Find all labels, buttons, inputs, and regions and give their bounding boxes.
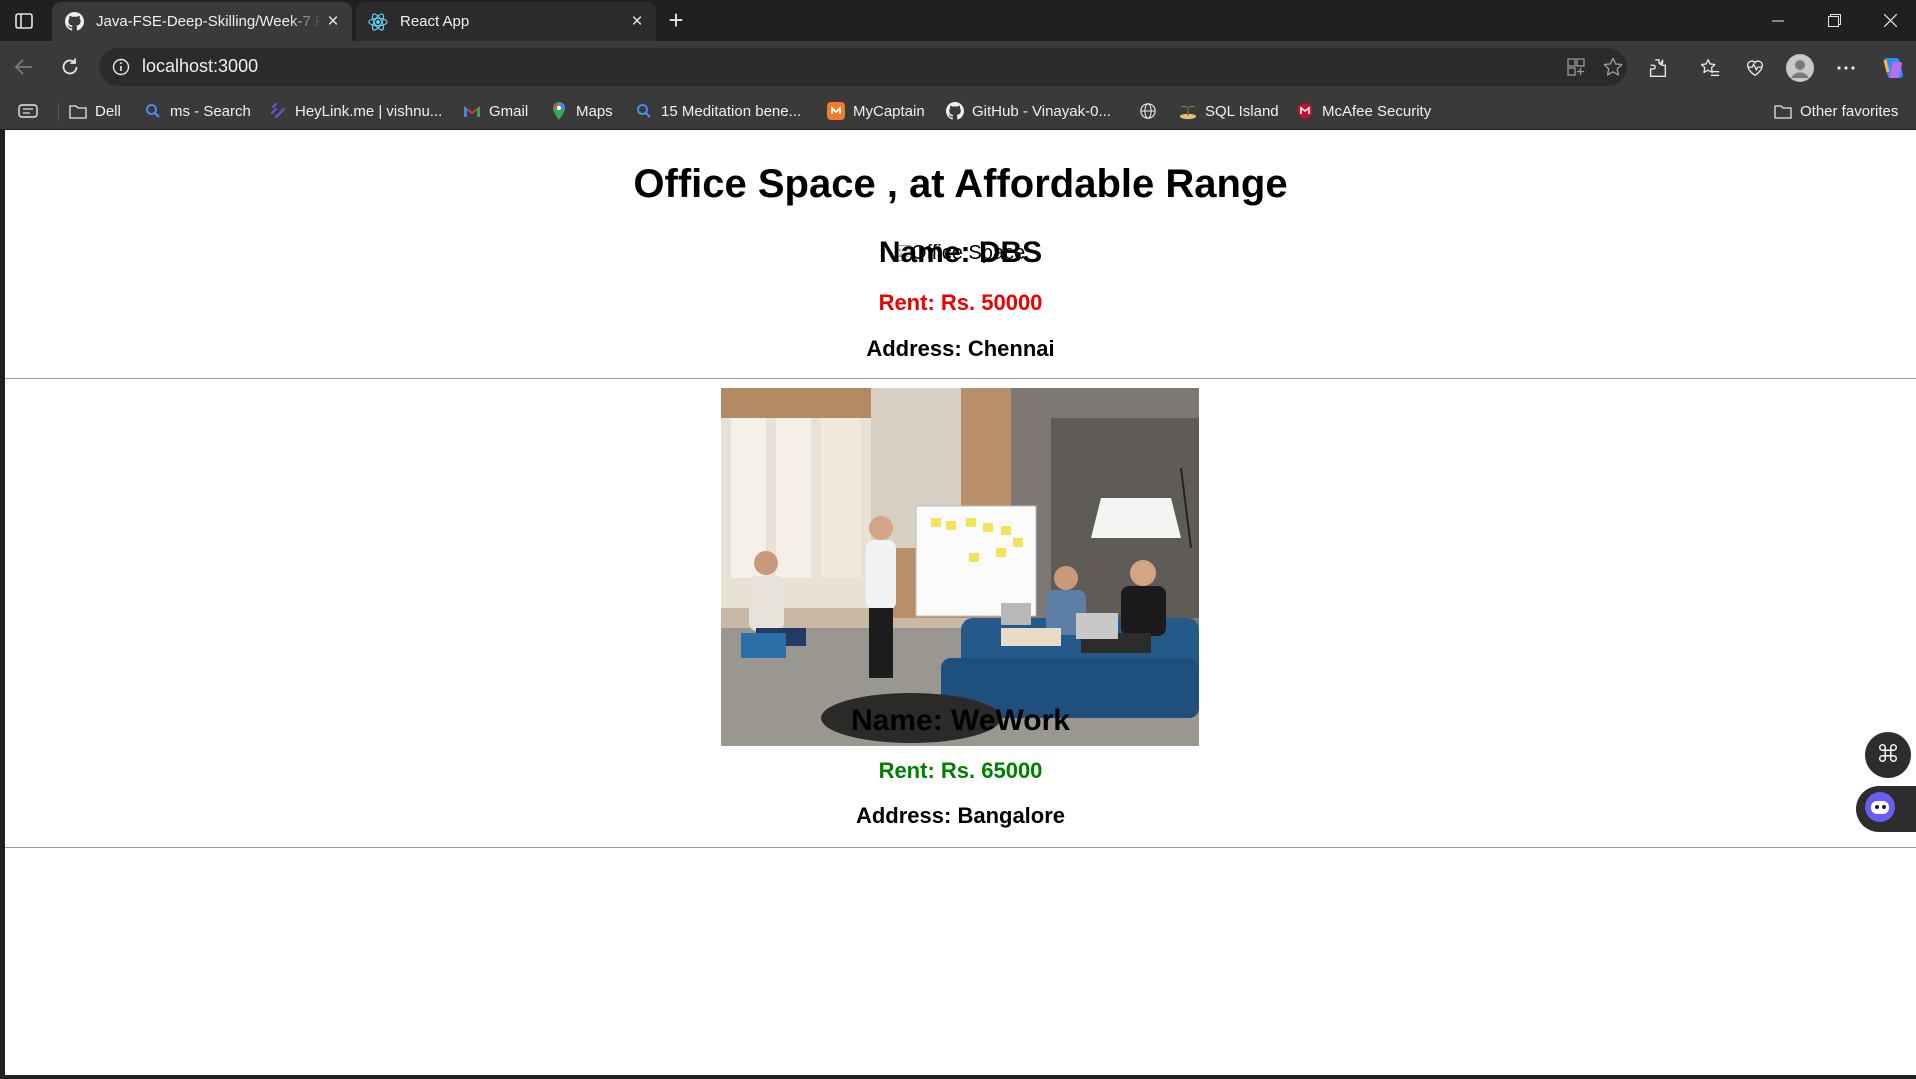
office-photo-wework: [721, 388, 1199, 746]
reload-button[interactable]: [54, 51, 86, 83]
favorite-star-icon[interactable]: [1601, 55, 1625, 79]
bookmark-label: McAfee Security: [1322, 102, 1432, 120]
other-favorites-label: Other favorites: [1800, 102, 1899, 120]
close-tab-icon[interactable]: ×: [322, 11, 344, 33]
bookmark-github[interactable]: GitHub - Vinayak-0...: [946, 99, 1111, 123]
bookmark-mycaptain[interactable]: MyCaptain: [827, 99, 925, 123]
bookmark-label: Gmail: [489, 102, 529, 120]
tab-react-app[interactable]: React App ×: [356, 2, 656, 41]
bookmark-label: Maps: [576, 102, 613, 120]
office-name-wework: Name: WeWork: [851, 704, 1070, 737]
command-shortcut-widget[interactable]: [1865, 732, 1911, 778]
tab-title: Java-FSE-Deep-Skilling/Week-7 R: [96, 13, 322, 30]
page-viewport: Office Space , at Affordable Range Offic…: [5, 130, 1916, 1075]
divider: [5, 378, 1916, 379]
bookmark-label: GitHub - Vinayak-0...: [972, 102, 1111, 120]
command-icon: [1877, 742, 1899, 769]
office-rent-dbs: Rent: Rs. 50000: [878, 290, 1043, 315]
bookmark-ms-search[interactable]: ms - Search: [144, 99, 251, 123]
bookmark-label: SQL Island: [1205, 102, 1279, 120]
app-available-icon[interactable]: [1564, 55, 1588, 79]
bookmark-globe[interactable]: [1139, 99, 1165, 123]
bookmark-label: HeyLink.me | vishnu...: [295, 102, 443, 120]
react-icon: [368, 12, 388, 32]
assistant-bot-icon: [1864, 791, 1896, 828]
close-window-button[interactable]: [1862, 0, 1916, 41]
new-tab-button[interactable]: +: [662, 7, 690, 34]
office-address-dbs: Address: Chennai: [866, 336, 1055, 361]
minimize-button[interactable]: [1750, 0, 1806, 41]
folder-icon: [69, 102, 87, 120]
bookmark-sql-island[interactable]: SQL Island: [1179, 99, 1279, 123]
other-favorites[interactable]: Other favorites: [1774, 99, 1898, 123]
more-options-icon[interactable]: [1831, 53, 1861, 83]
reading-view-icon[interactable]: [18, 99, 38, 123]
browser-toolbar: localhost:3000: [0, 41, 1916, 93]
office-rent-wework: Rent: Rs. 65000: [878, 758, 1043, 783]
bookmark-mcafee[interactable]: McAfee Security: [1296, 99, 1431, 123]
mcafee-icon: [1296, 102, 1314, 120]
bookmarks-bar: Dell ms - Search HeyLink.me | vishnu... …: [0, 93, 1916, 129]
back-button[interactable]: [8, 51, 40, 83]
bookmark-heylink[interactable]: HeyLink.me | vishnu...: [269, 99, 442, 123]
office-address-wework: Address: Bangalore: [855, 803, 1066, 828]
sql-island-icon: [1179, 102, 1197, 120]
heylink-icon: [269, 102, 287, 120]
search-icon: [635, 102, 653, 120]
favorites-icon[interactable]: [1695, 53, 1725, 83]
assistant-widget[interactable]: [1856, 786, 1916, 832]
github-icon: [64, 12, 84, 32]
github-icon: [946, 102, 964, 120]
close-tab-icon[interactable]: ×: [626, 11, 648, 33]
address-bar[interactable]: localhost:3000: [99, 48, 1627, 86]
site-info-icon[interactable]: [111, 57, 131, 77]
gmail-icon: [463, 102, 481, 120]
bookmark-gmail[interactable]: Gmail: [463, 99, 528, 123]
folder-icon: [1774, 102, 1792, 120]
office-name-dbs: Name: DBS: [878, 236, 1043, 269]
restore-button[interactable]: [1806, 0, 1862, 41]
mycaptain-icon: [827, 102, 845, 120]
bookmark-meditation[interactable]: 15 Meditation bene...: [635, 99, 801, 123]
page-title: Office Space , at Affordable Range: [633, 162, 1288, 206]
bookmark-separator: [58, 103, 59, 121]
tab-strip: Java-FSE-Deep-Skilling/Week-7 R × React …: [0, 0, 1916, 41]
bookmark-dell[interactable]: Dell: [69, 99, 121, 123]
bookmark-maps[interactable]: Maps: [550, 99, 613, 123]
divider: [5, 847, 1916, 848]
copilot-icon[interactable]: [1878, 53, 1908, 83]
tab-github[interactable]: Java-FSE-Deep-Skilling/Week-7 R ×: [52, 2, 352, 41]
bookmark-label: Dell: [95, 102, 121, 120]
globe-icon: [1139, 102, 1157, 120]
tab-title: React App: [400, 13, 470, 30]
browser-essentials-icon[interactable]: [1740, 53, 1770, 83]
bookmark-label: ms - Search: [170, 102, 251, 120]
search-icon: [144, 102, 162, 120]
bookmark-label: 15 Meditation bene...: [661, 102, 802, 120]
extensions-icon[interactable]: [1643, 53, 1673, 83]
profile-avatar-icon[interactable]: [1785, 53, 1815, 83]
bookmark-label: MyCaptain: [853, 102, 925, 120]
maps-icon: [550, 102, 568, 120]
url-text: localhost:3000: [142, 56, 259, 76]
tab-actions-icon[interactable]: [10, 8, 38, 34]
